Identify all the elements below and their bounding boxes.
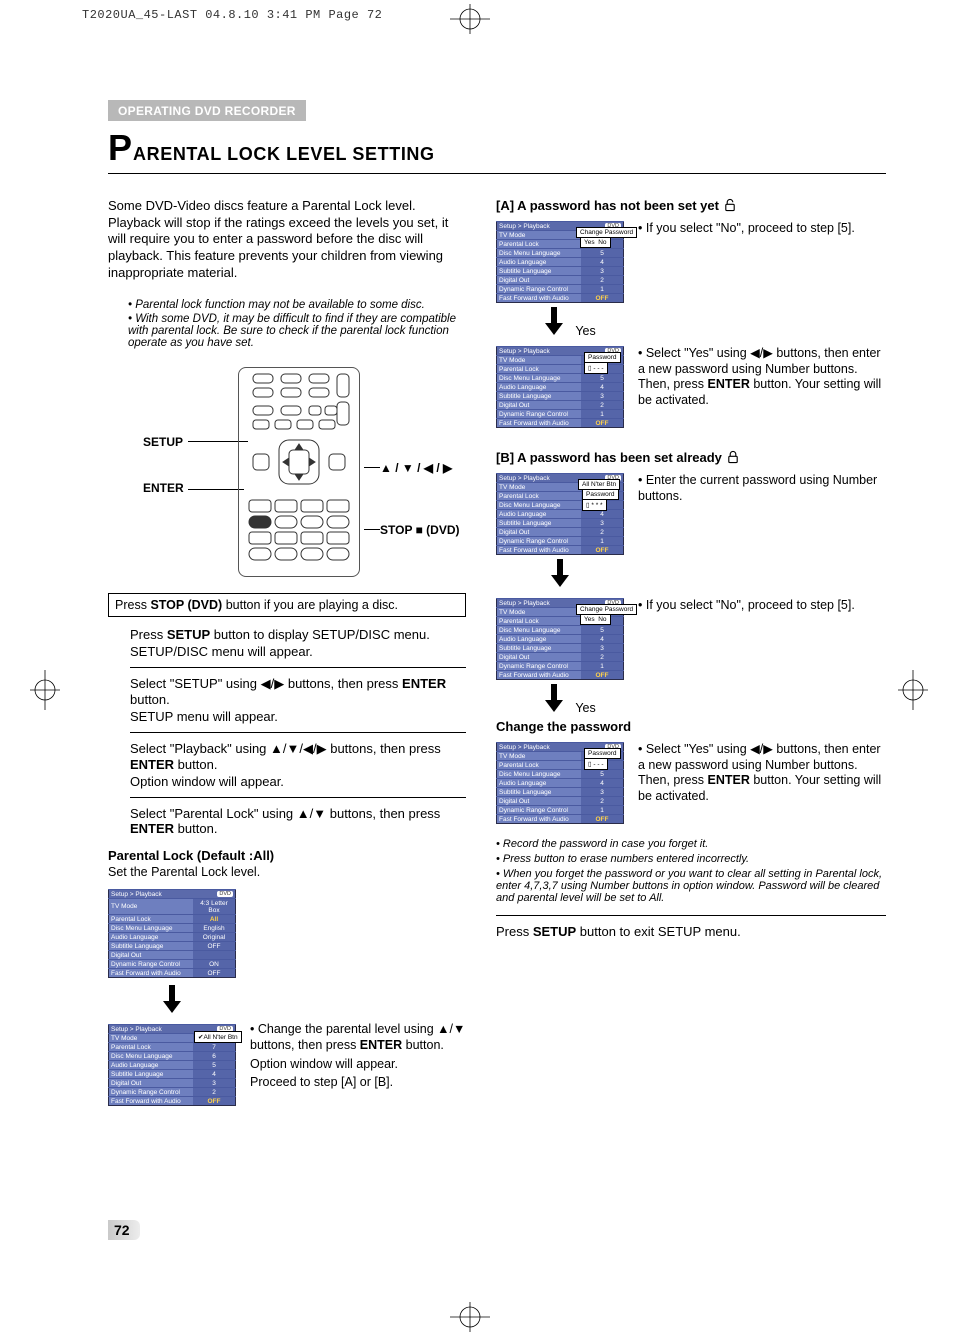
- cropmark-top-icon: [450, 4, 490, 34]
- change-level-text: • Change the parental level using ▲/▼ bu…: [250, 1022, 466, 1091]
- print-header: T2020UA_45-LAST 04.8.10 3:41 PM Page 72: [82, 8, 382, 22]
- section-a-header: [A] A password has not been set yet: [496, 198, 886, 213]
- bold-enter-3: ENTER: [130, 821, 174, 836]
- down-arrow-yes-1: Yes: [496, 307, 670, 338]
- remote-label-arrows: ▲ / ▼ / ◀ / ▶: [380, 461, 452, 475]
- title-rest: ARENTAL LOCK LEVEL SETTING: [133, 144, 435, 164]
- pre-step-box: Press STOP (DVD) button if you are playi…: [108, 593, 466, 617]
- step-2b: SETUP menu will appear.: [130, 709, 466, 724]
- page-number: 72: [114, 1222, 130, 1238]
- step-4: Select "Parental Lock" using ▲/▼ buttons…: [130, 806, 466, 836]
- b-enter-text: • Enter the current password using Numbe…: [638, 473, 886, 504]
- a-no-text: • If you select "No", proceed to step [5…: [638, 221, 886, 237]
- down-arrow-icon: [160, 985, 184, 1013]
- step-3b: Option window will appear.: [130, 774, 466, 789]
- osd-levels: Setup > PlaybackDVD TV Mode8 Parental Lo…: [108, 1024, 236, 1106]
- bold-setup: SETUP: [167, 627, 210, 642]
- intro-text: Some DVD-Video discs feature a Parental …: [108, 198, 466, 281]
- change-pw-text: • Select "Yes" using ◀/▶ buttons, then e…: [638, 742, 886, 805]
- remote-label-setup: SETUP: [143, 435, 183, 449]
- osd-table: Setup > PlaybackDVD TV Mode4:3 Letter Bo…: [108, 889, 236, 978]
- remote-label-stop: STOP ■ (DVD): [380, 523, 459, 537]
- page-number-tab: 72: [108, 1220, 140, 1240]
- osd-b-no: Setup > PlaybackDVD TV Mode7 Parental Lo…: [496, 598, 624, 680]
- exit-line: Press SETUP button to exit SETUP menu.: [496, 924, 886, 939]
- intro-note-1: Parental lock function may not be availa…: [128, 299, 466, 311]
- step-1b: SETUP/DISC menu will appear.: [130, 644, 466, 659]
- parental-set: Set the Parental Lock level.: [108, 865, 466, 879]
- page-title: PARENTAL LOCK LEVEL SETTING: [108, 127, 886, 169]
- step-3: Select "Playback" using ▲/▼/◀/▶ buttons,…: [130, 741, 466, 789]
- remote-illustration: SETUP ENTER ▲ / ▼ / ◀ / ▶ STOP ■ (DVD): [108, 363, 466, 583]
- down-arrow-1: [108, 985, 236, 1016]
- section-b-header: [B] A password has been set already: [496, 450, 886, 465]
- bold-enter-2: ENTER: [130, 757, 174, 772]
- unlocked-icon: [723, 198, 737, 212]
- step-1: Press SETUP button to display SETUP/DISC…: [130, 627, 466, 659]
- cropmark-right-icon: [898, 670, 928, 710]
- a-yes-text: • Select "Yes" using ◀/▶ buttons, then e…: [638, 346, 886, 409]
- intro-note-2: With some DVD, it may be difficult to fi…: [128, 313, 466, 349]
- down-arrow-icon: [548, 559, 572, 587]
- cropmark-bottom-icon: [450, 1302, 490, 1332]
- yes-label-2: Yes: [575, 701, 595, 715]
- end-note-1: Record the password in case you forget i…: [496, 838, 886, 850]
- down-arrow-icon: [542, 684, 566, 712]
- section-label: OPERATING DVD RECORDER: [108, 100, 306, 121]
- end-notes: Record the password in case you forget i…: [496, 838, 886, 904]
- osd-default: Setup > PlaybackDVD TV Mode4:3 Letter Bo…: [108, 889, 236, 978]
- down-arrow-yes-2: Yes: [496, 684, 670, 715]
- end-note-2: Press button to erase numbers entered in…: [496, 853, 886, 865]
- osd-b-enter: Setup > PlaybackDVD TV Mode7 Parental Lo…: [496, 473, 624, 555]
- step-2: Select "SETUP" using ◀/▶ buttons, then p…: [130, 676, 466, 724]
- parental-head: Parental Lock (Default :All): [108, 848, 466, 863]
- down-arrow-2: [496, 559, 624, 590]
- yes-label-1: Yes: [575, 324, 595, 338]
- b-no-text: • If you select "No", proceed to step [5…: [638, 598, 886, 614]
- down-arrow-icon: [542, 307, 566, 335]
- remote-icon: [239, 368, 359, 576]
- osd-a-yes: Setup > PlaybackDVD TV Mode7 Parental Lo…: [496, 346, 624, 428]
- change-pw-head: Change the password: [496, 719, 886, 734]
- intro-notes: Parental lock function may not be availa…: [108, 299, 466, 349]
- remote-label-enter: ENTER: [143, 481, 184, 495]
- osd-a-no: Setup > PlaybackDVD TV Mode7 Parental Lo…: [496, 221, 624, 303]
- title-initial: P: [108, 127, 133, 168]
- stop-label: STOP (DVD): [150, 598, 222, 612]
- osd-change-pw: Setup > PlaybackDVD TV Mode7 Parental Lo…: [496, 742, 624, 824]
- locked-icon: [726, 450, 740, 464]
- osd-breadcrumb: Setup > Playback: [111, 891, 162, 898]
- cropmark-left-icon: [30, 670, 60, 710]
- bold-enter-1: ENTER: [402, 676, 446, 691]
- end-note-3: When you forget the password or you want…: [496, 868, 886, 904]
